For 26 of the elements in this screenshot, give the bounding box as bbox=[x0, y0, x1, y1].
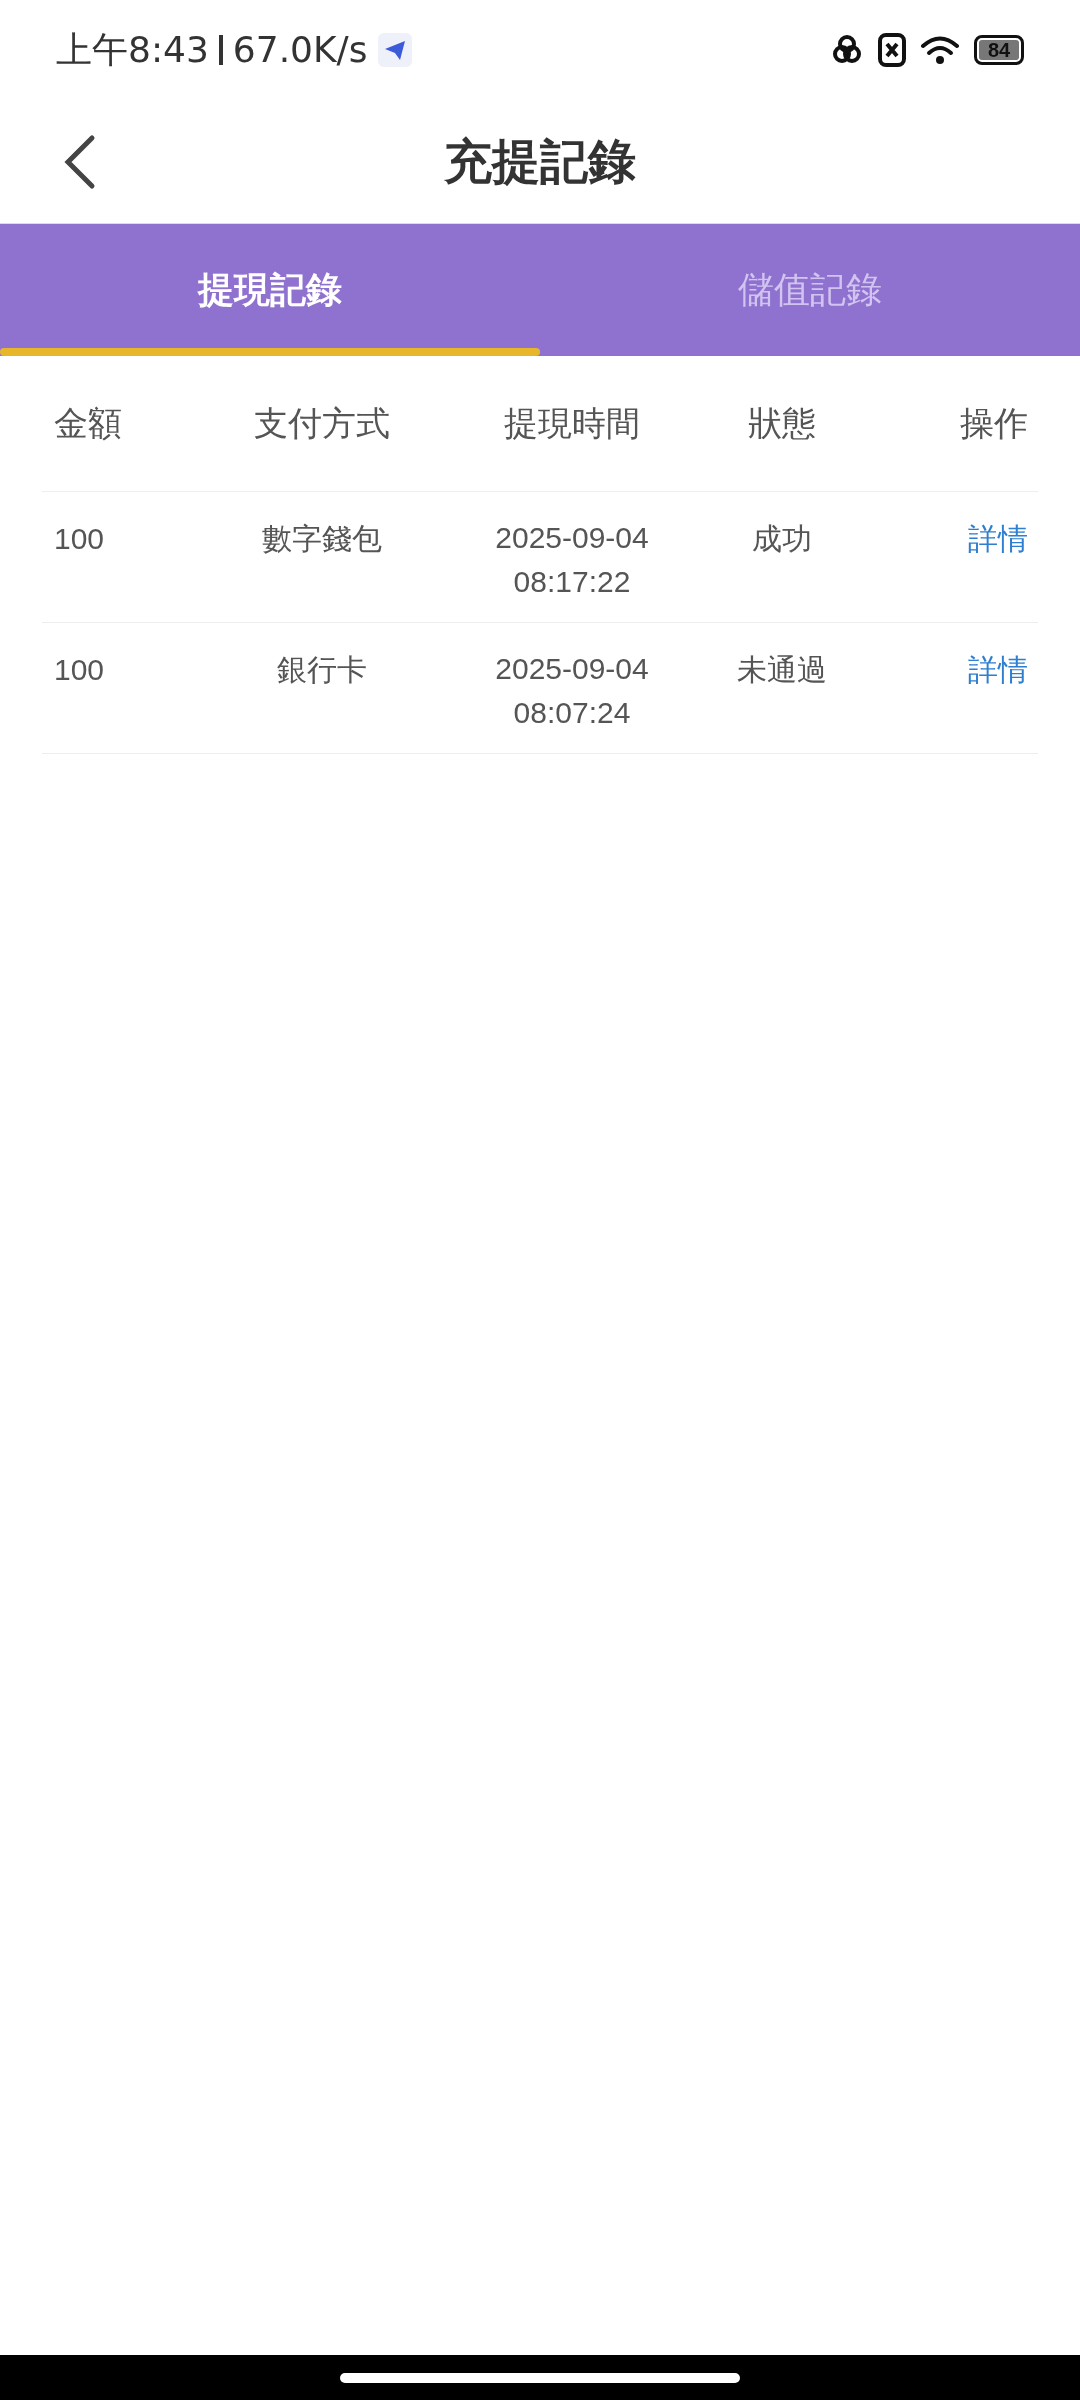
details-link[interactable]: 詳情 bbox=[968, 653, 1028, 686]
battery-icon: 84 bbox=[974, 35, 1024, 65]
box-x-icon bbox=[878, 33, 906, 67]
column-header: 提現時間 bbox=[504, 404, 640, 442]
network-speed: 67.0K/s bbox=[232, 28, 368, 72]
tab[interactable]: 提現記錄 bbox=[0, 224, 540, 356]
status-time: 上午8:43 bbox=[56, 28, 209, 72]
page-title: 充提記錄 bbox=[444, 133, 636, 190]
column-header: 狀態 bbox=[748, 404, 816, 442]
tab[interactable]: 儲值記錄 bbox=[540, 224, 1080, 356]
payment-method-cell: 數字錢包 bbox=[262, 522, 382, 555]
time-cell-text: 2025-09-04 08:17:22 bbox=[494, 520, 650, 600]
separator-icon bbox=[218, 35, 223, 65]
details-link[interactable]: 詳情 bbox=[968, 522, 1028, 555]
paper-plane-icon bbox=[377, 33, 412, 67]
payment-method-cell: 銀行卡 bbox=[277, 653, 367, 686]
amount-cell: 100 bbox=[54, 522, 105, 555]
home-indicator[interactable] bbox=[340, 2372, 740, 2383]
time-cell-text: 2025-09-04 08:07:24 bbox=[494, 651, 650, 731]
amount-cell: 100 bbox=[54, 653, 105, 686]
column-header: 操作 bbox=[960, 404, 1028, 442]
column-header: 金額 bbox=[54, 404, 122, 442]
column-header: 支付方式 bbox=[254, 404, 390, 442]
status-cell: 成功 bbox=[752, 522, 812, 555]
wifi-icon bbox=[920, 33, 960, 67]
status-cell: 未通過 bbox=[737, 653, 827, 686]
